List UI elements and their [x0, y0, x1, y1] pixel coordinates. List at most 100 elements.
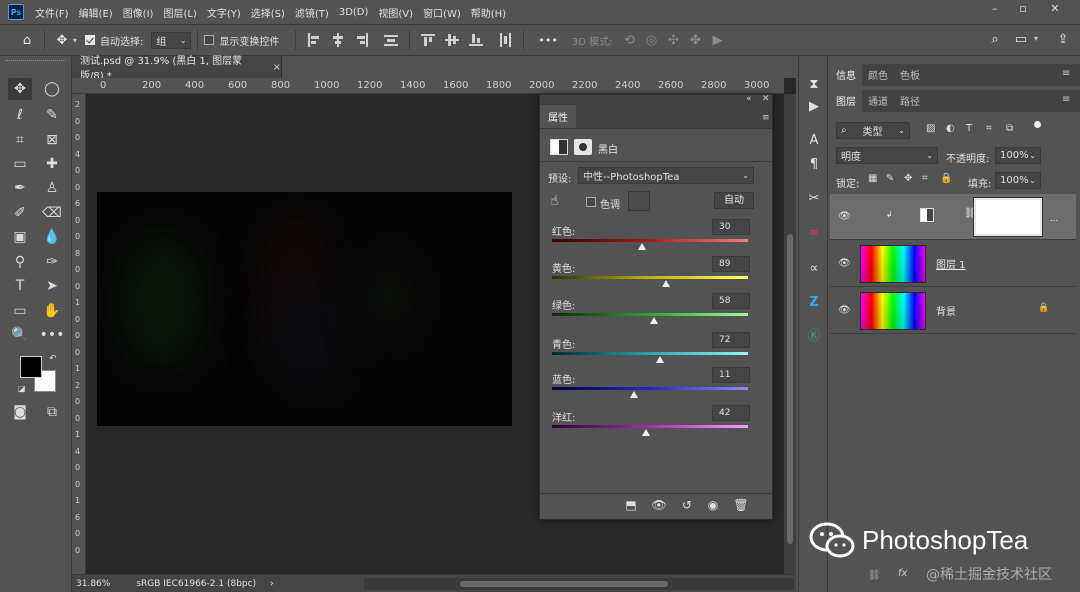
- crop-icon[interactable]: ⌗: [8, 129, 32, 151]
- type-tool-icon[interactable]: T: [8, 275, 32, 297]
- align-center-h-icon[interactable]: [331, 33, 345, 47]
- screen-mode-icon[interactable]: ⧉: [40, 401, 64, 423]
- tint-color-swatch[interactable]: [628, 191, 650, 211]
- slider-value-input[interactable]: 58: [712, 293, 750, 309]
- 3d-pan-icon[interactable]: ✣: [662, 33, 684, 48]
- layer-name[interactable]: 背景: [936, 303, 956, 318]
- panel-menu-icon[interactable]: ≡: [1062, 94, 1070, 105]
- slider-track[interactable]: [552, 387, 748, 390]
- tab-swatches[interactable]: 色板: [894, 63, 926, 86]
- eye-icon[interactable]: 👁: [838, 211, 851, 222]
- menu-edit[interactable]: 编辑(E): [74, 5, 118, 20]
- layer-row-background[interactable]: 👁 背景 🔒: [830, 288, 1076, 334]
- zoom-icon[interactable]: 🔍: [8, 324, 32, 346]
- slider-knob[interactable]: [630, 391, 639, 398]
- brush-icon[interactable]: ✒: [8, 177, 32, 199]
- rectangle-icon[interactable]: ▭: [8, 300, 32, 322]
- opacity-input[interactable]: 100% ⌄: [995, 147, 1041, 164]
- slider-value-input[interactable]: 30: [712, 219, 750, 235]
- slider-track[interactable]: [552, 425, 748, 428]
- maximize-button[interactable]: ▫: [1012, 2, 1034, 16]
- slider-knob[interactable]: [661, 280, 670, 287]
- tab-color[interactable]: 颜色: [862, 63, 894, 86]
- auto-select-checkbox[interactable]: [85, 35, 96, 45]
- eye-icon[interactable]: 👁: [838, 305, 851, 316]
- lock-transparent-icon[interactable]: ▦: [868, 173, 877, 184]
- slider-track[interactable]: [552, 276, 748, 279]
- menu-filter[interactable]: 滤镜(T): [290, 5, 334, 20]
- search-icon[interactable]: ⌕: [984, 32, 1006, 47]
- targeted-adjust-icon[interactable]: ☝: [550, 193, 559, 209]
- chevron-down-icon[interactable]: ▾: [1034, 34, 1038, 43]
- history-icon[interactable]: ⧗: [802, 74, 826, 96]
- tab-paths[interactable]: 路径: [894, 89, 926, 112]
- reset-icon[interactable]: ↺: [676, 498, 698, 516]
- tab-channels[interactable]: 通道: [862, 89, 894, 112]
- auto-select-dropdown[interactable]: 组 ⌄: [151, 31, 192, 49]
- auto-button[interactable]: 自动: [714, 192, 754, 209]
- menu-image[interactable]: 图像(I): [118, 5, 159, 20]
- lock-pixels-icon[interactable]: ✎: [886, 173, 894, 184]
- close-tab-icon[interactable]: ×: [273, 62, 281, 73]
- visibility-icon[interactable]: ◉: [702, 498, 724, 516]
- pen-icon[interactable]: ✑: [40, 251, 64, 273]
- foreground-color-swatch-top[interactable]: [20, 356, 42, 378]
- 3d-orbit-icon[interactable]: ⟲: [618, 33, 640, 48]
- healing-brush-icon[interactable]: ✚: [40, 153, 64, 175]
- swap-colors-icon[interactable]: ↶: [49, 354, 57, 364]
- menu-view[interactable]: 视图(V): [373, 5, 418, 20]
- 3d-scale-icon[interactable]: ▶: [706, 33, 728, 48]
- paragraph-icon[interactable]: ¶: [802, 154, 826, 176]
- menu-3d[interactable]: 3D(D): [334, 7, 374, 18]
- slider-value-input[interactable]: 42: [712, 405, 750, 421]
- frame-icon[interactable]: ⊠: [40, 129, 64, 151]
- fill-input[interactable]: 100% ⌄: [995, 172, 1041, 189]
- tint-checkbox[interactable]: [586, 197, 596, 207]
- delete-icon[interactable]: 🗑: [730, 498, 752, 516]
- tools-icon[interactable]: ✂: [802, 188, 826, 210]
- tab-info[interactable]: 信息: [830, 63, 862, 86]
- plugin-icon[interactable]: ∞: [802, 222, 826, 244]
- filter-smart-icon[interactable]: ⧉: [1006, 123, 1013, 134]
- share-icon[interactable]: ⇪: [1052, 32, 1074, 47]
- distribute-v-icon[interactable]: [498, 33, 512, 47]
- adjustment-icon[interactable]: [550, 139, 568, 155]
- scrollbar-thumb[interactable]: [787, 234, 793, 544]
- hand-icon[interactable]: ✋: [40, 300, 64, 322]
- z-plugin-icon[interactable]: Z: [802, 292, 826, 314]
- quick-select-icon[interactable]: ✎: [40, 104, 64, 126]
- slider-knob[interactable]: [655, 356, 664, 363]
- default-colors-icon[interactable]: ◪: [18, 384, 26, 393]
- slider-track[interactable]: [552, 239, 748, 242]
- tab-layers[interactable]: 图层: [830, 89, 862, 112]
- slider-track[interactable]: [552, 352, 748, 355]
- slider-value-input[interactable]: 72: [712, 332, 750, 348]
- slider-value-input[interactable]: 11: [712, 367, 750, 383]
- move-tool-icon[interactable]: ✥: [51, 33, 73, 48]
- more-options-icon[interactable]: •••: [538, 34, 557, 47]
- filter-pixel-icon[interactable]: ▨: [926, 123, 935, 134]
- link-layers-icon[interactable]: ⛓: [868, 570, 881, 581]
- 3d-roll-icon[interactable]: ◎: [640, 33, 662, 48]
- actions-play-icon[interactable]: ▶: [802, 96, 826, 118]
- menu-type[interactable]: 文字(Y): [202, 5, 246, 20]
- close-window-button[interactable]: ✕: [1044, 2, 1066, 16]
- layer-row-adjustment[interactable]: 👁 ↲ ⛓ …: [830, 194, 1076, 240]
- document-tab[interactable]: 测试.psd @ 31.9% (黑白 1, 图层蒙版/8) * ×: [72, 56, 282, 82]
- view-previous-icon[interactable]: 👁: [648, 498, 670, 516]
- slider-knob[interactable]: [649, 317, 658, 324]
- fx-icon[interactable]: fx: [898, 568, 907, 579]
- move-tool-icon[interactable]: ✥: [8, 78, 32, 100]
- dodge-icon[interactable]: ⚲: [8, 251, 32, 273]
- stamp-icon[interactable]: ♙: [40, 177, 64, 199]
- menu-window[interactable]: 窗口(W): [418, 5, 466, 20]
- align-left-icon[interactable]: [307, 33, 321, 47]
- slider-knob[interactable]: [638, 243, 647, 250]
- filter-adjust-icon[interactable]: ◐: [946, 123, 955, 134]
- menu-select[interactable]: 选择(S): [246, 5, 290, 20]
- align-center-v-icon[interactable]: [445, 33, 460, 47]
- layer-filter-dropdown[interactable]: ⌕ 类型 ⌄: [836, 122, 910, 139]
- lock-position-icon[interactable]: ✥: [904, 173, 912, 184]
- layer-name[interactable]: 图层 1: [936, 256, 966, 271]
- filter-shape-icon[interactable]: ⌗: [986, 123, 992, 134]
